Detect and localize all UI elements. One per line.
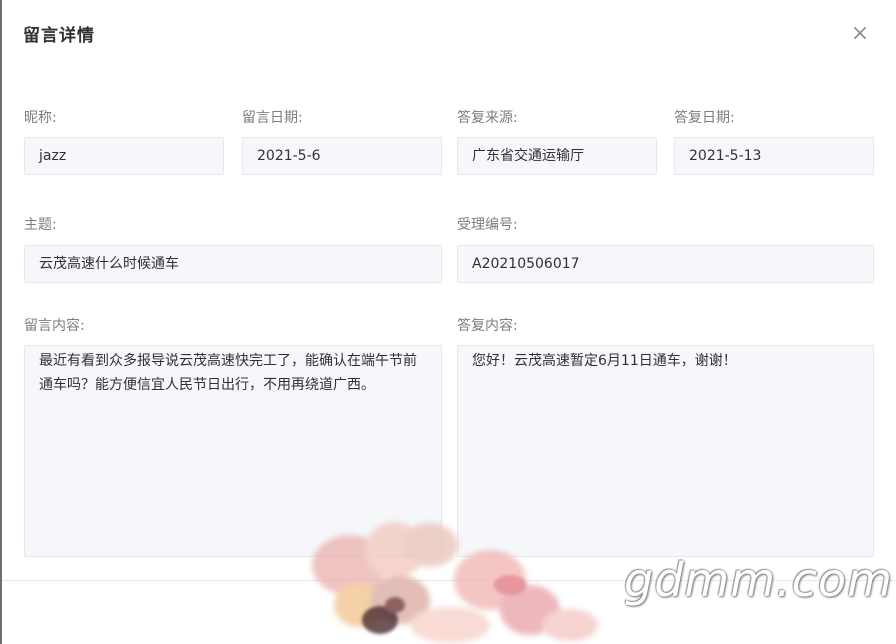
- message-content-textarea[interactable]: 最近有看到众多报导说云茂高速快完工了，能确认在端午节前通车吗？能方便信宜人民节日…: [24, 345, 442, 557]
- ticket-number-field[interactable]: A20210506017: [457, 245, 874, 283]
- message-date-field[interactable]: 2021-5-6: [242, 137, 442, 175]
- reply-source-field[interactable]: 广东省交通运输厅: [457, 137, 657, 175]
- subject-label: 主题:: [24, 217, 57, 233]
- close-icon[interactable]: ×: [850, 23, 870, 45]
- message-date-label: 留言日期:: [242, 110, 303, 126]
- watermark-text: gdmm.com: [624, 553, 893, 607]
- ticket-number-label: 受理编号:: [457, 217, 518, 233]
- message-content-label: 留言内容:: [24, 318, 85, 334]
- reply-source-label: 答复来源:: [457, 110, 518, 126]
- subject-field[interactable]: 云茂高速什么时候通车: [24, 245, 442, 283]
- nickname-field[interactable]: jazz: [24, 137, 224, 175]
- dialog-title: 留言详情: [23, 26, 95, 46]
- window-left-border: [0, 0, 2, 644]
- reply-date-field[interactable]: 2021-5-13: [674, 137, 874, 175]
- nickname-label: 昵称:: [24, 110, 57, 126]
- reply-date-label: 答复日期:: [674, 110, 735, 126]
- reply-content-label: 答复内容:: [457, 318, 518, 334]
- reply-content-textarea[interactable]: 您好！云茂高速暂定6月11日通车，谢谢！: [457, 345, 874, 557]
